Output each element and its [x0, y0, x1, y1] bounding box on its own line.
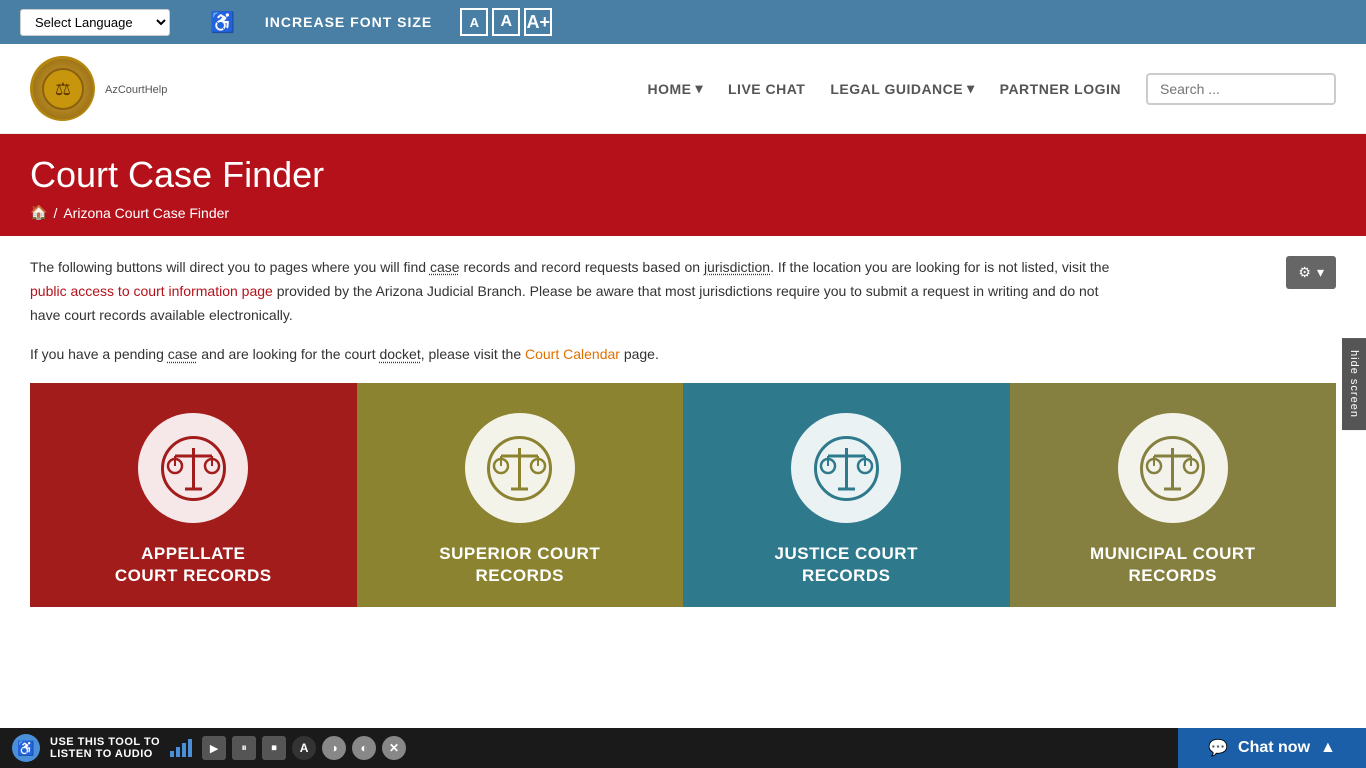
top-bar: Select Language ♿ INCREASE FONT SIZE A A…: [0, 0, 1366, 44]
justice-card-title: JUSTICE COURTRECORDS: [775, 543, 918, 587]
breadcrumb: 🏠 / Arizona Court Case Finder: [30, 204, 1336, 221]
appellate-icon-circle: [138, 413, 248, 523]
justice-icon-circle: [791, 413, 901, 523]
audio-level-bars: [170, 739, 192, 757]
settings-dropdown-icon: ▾: [1317, 264, 1324, 281]
font-size-small-button[interactable]: A: [460, 8, 488, 36]
gear-icon: ⚙: [1298, 264, 1311, 281]
case-word-2: case: [168, 346, 198, 362]
main-content: ⚙ ▾ The following buttons will direct yo…: [0, 236, 1366, 627]
accessibility-icon: ♿: [210, 10, 235, 35]
audio-stop-button[interactable]: ⏹: [262, 736, 286, 760]
breadcrumb-current: Arizona Court Case Finder: [63, 205, 229, 221]
audio-controls: ▶ ⏸ ⏹ A ◑ ◐ ✕: [202, 736, 406, 760]
breadcrumb-home-link[interactable]: 🏠: [30, 204, 47, 221]
audio-close-button[interactable]: ✕: [382, 736, 406, 760]
municipal-court-records-card[interactable]: MUNICIPAL COURTRECORDS: [1010, 383, 1337, 607]
logo-area: ⚖ AzCourtHelp: [30, 56, 167, 121]
appellate-court-records-card[interactable]: APPELLATECOURT RECORDS: [30, 383, 357, 607]
logo-seal-icon: ⚖: [42, 68, 84, 110]
chat-now-button[interactable]: 💬 Chat now ▲: [1178, 728, 1366, 768]
appellate-card-title: APPELLATECOURT RECORDS: [115, 543, 272, 587]
settings-button[interactable]: ⚙ ▾: [1286, 256, 1336, 289]
nav-partner-login[interactable]: PARTNER LOGIN: [1000, 81, 1121, 97]
superior-icon-circle: [465, 413, 575, 523]
breadcrumb-separator: /: [53, 205, 57, 221]
main-nav: HOME ▾ LIVE CHAT LEGAL GUIDANCE ▾ PARTNE…: [647, 73, 1336, 105]
audio-play-button[interactable]: ▶: [202, 736, 226, 760]
chat-label: Chat now: [1238, 739, 1310, 757]
nav-legal-guidance[interactable]: LEGAL GUIDANCE ▾: [830, 80, 974, 97]
audio-contrast2-button[interactable]: ◐: [352, 736, 376, 760]
header: ⚖ AzCourtHelp HOME ▾ LIVE CHAT LEGAL GUI…: [0, 44, 1366, 134]
audio-tool-label: USE THIS TOOL TOLISTEN TO AUDIO: [50, 736, 160, 760]
paragraph-1: The following buttons will direct you to…: [30, 256, 1130, 327]
municipal-icon-circle: [1118, 413, 1228, 523]
justice-court-records-card[interactable]: JUSTICE COURTRECORDS: [683, 383, 1010, 607]
court-records-cards: APPELLATECOURT RECORDS SUPERIOR COURTREC…: [30, 383, 1336, 607]
superior-scales-icon: [487, 436, 552, 501]
svg-text:⚖: ⚖: [54, 79, 70, 99]
logo-text: AzCourtHelp: [105, 84, 167, 96]
superior-court-records-card[interactable]: SUPERIOR COURTRECORDS: [357, 383, 684, 607]
font-size-buttons: A A A+: [460, 8, 552, 36]
search-input[interactable]: [1146, 73, 1336, 105]
chat-chevron-up-icon: ▲: [1320, 739, 1336, 757]
appellate-scales-icon: [161, 436, 226, 501]
paragraph-2: If you have a pending case and are looki…: [30, 343, 1130, 367]
hero-section: Court Case Finder 🏠 / Arizona Court Case…: [0, 134, 1366, 236]
hide-screen-tab[interactable]: hide screen: [1342, 338, 1366, 430]
audio-contrast1-button[interactable]: ◑: [322, 736, 346, 760]
font-size-label: INCREASE FONT SIZE: [265, 14, 432, 30]
docket-word: docket: [379, 346, 420, 362]
municipal-card-title: MUNICIPAL COURTRECORDS: [1090, 543, 1256, 587]
audio-pause-button[interactable]: ⏸: [232, 736, 256, 760]
municipal-scales-icon: [1140, 436, 1205, 501]
audio-tool-icon: ♿: [12, 734, 40, 762]
case-word-1: case: [430, 259, 460, 275]
page-title: Court Case Finder: [30, 154, 1336, 196]
court-calendar-link[interactable]: Court Calendar: [525, 346, 620, 362]
language-select[interactable]: Select Language: [20, 9, 170, 36]
jurisdiction-word: jurisdiction: [704, 259, 770, 275]
font-size-large-button[interactable]: A+: [524, 8, 552, 36]
superior-card-title: SUPERIOR COURTRECORDS: [439, 543, 600, 587]
logo-circle: ⚖: [30, 56, 95, 121]
content-description: The following buttons will direct you to…: [30, 256, 1130, 367]
nav-live-chat[interactable]: LIVE CHAT: [728, 81, 805, 97]
nav-home[interactable]: HOME ▾: [647, 80, 703, 97]
audio-letter-a-button[interactable]: A: [292, 736, 316, 760]
bottom-audio-bar: ♿ USE THIS TOOL TOLISTEN TO AUDIO ▶ ⏸ ⏹ …: [0, 728, 1366, 768]
font-size-medium-button[interactable]: A: [492, 8, 520, 36]
justice-scales-icon: [814, 436, 879, 501]
chat-icon: 💬: [1208, 738, 1228, 758]
public-access-link[interactable]: public access to court information page: [30, 283, 273, 299]
logo-image: ⚖: [33, 59, 93, 119]
